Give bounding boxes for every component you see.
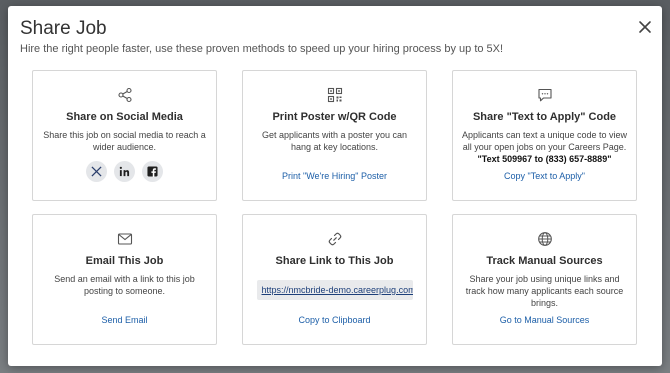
card-print-poster: Print Poster w/QR Code Get applicants wi… <box>242 70 427 201</box>
print-poster-link[interactable]: Print "We're Hiring" Poster <box>282 171 387 181</box>
card-description: Share this job on social media to reach … <box>43 130 206 152</box>
close-button[interactable] <box>636 18 654 36</box>
social-buttons <box>86 161 163 182</box>
card-description: Applicants can text a unique code to vie… <box>461 130 628 152</box>
share-linkedin-button[interactable] <box>114 161 135 182</box>
card-manual-sources: Track Manual Sources Share your job usin… <box>452 214 637 345</box>
card-text-to-apply: Share "Text to Apply" Code Applicants ca… <box>452 70 637 201</box>
card-description: Send an email with a link to this job po… <box>54 274 195 296</box>
link-icon <box>328 232 341 246</box>
qr-code-icon <box>327 87 342 103</box>
copy-to-clipboard-link[interactable]: Copy to Clipboard <box>298 315 370 325</box>
share-x-button[interactable] <box>86 161 107 182</box>
facebook-icon <box>147 166 158 177</box>
share-options-grid: Share on Social Media Share this job on … <box>32 70 637 345</box>
share-job-modal: Share Job Hire the right people faster, … <box>8 6 662 366</box>
share-icon <box>117 87 132 103</box>
card-title: Track Manual Sources <box>486 255 603 267</box>
job-url: https://nmcbride-demo.careerplug.com/jo <box>261 285 413 295</box>
card-title: Share on Social Media <box>66 111 183 123</box>
globe-icon <box>537 232 552 246</box>
card-title: Email This Job <box>85 255 164 267</box>
close-icon[interactable] <box>636 18 654 36</box>
card-share-link: Share Link to This Job https://nmcbride-… <box>242 214 427 345</box>
copy-text-to-apply-link[interactable]: Copy "Text to Apply" <box>504 171 585 181</box>
card-title: Print Poster w/QR Code <box>272 111 397 123</box>
share-facebook-button[interactable] <box>142 161 163 182</box>
linkedin-icon <box>119 166 130 177</box>
modal-title: Share Job <box>20 18 107 39</box>
card-email-job: Email This Job Send an email with a link… <box>32 214 217 345</box>
envelope-icon <box>117 233 132 245</box>
card-description: Share your job using unique links and tr… <box>465 274 624 308</box>
send-email-link[interactable]: Send Email <box>101 315 147 325</box>
card-social-media: Share on Social Media Share this job on … <box>32 70 217 201</box>
card-title: Share "Text to Apply" Code <box>472 111 617 123</box>
card-description: Get applicants with a poster you can han… <box>261 130 408 152</box>
chat-bubble-icon <box>537 88 552 102</box>
manual-sources-link[interactable]: Go to Manual Sources <box>500 315 590 325</box>
card-title: Share Link to This Job <box>275 255 394 267</box>
text-to-apply-code: "Text 509967 to (833) 657-8889" <box>477 154 612 164</box>
modal-subtitle: Hire the right people faster, use these … <box>20 43 504 55</box>
x-twitter-icon <box>91 166 102 177</box>
job-url-field[interactable]: https://nmcbride-demo.careerplug.com/jo <box>256 280 413 300</box>
